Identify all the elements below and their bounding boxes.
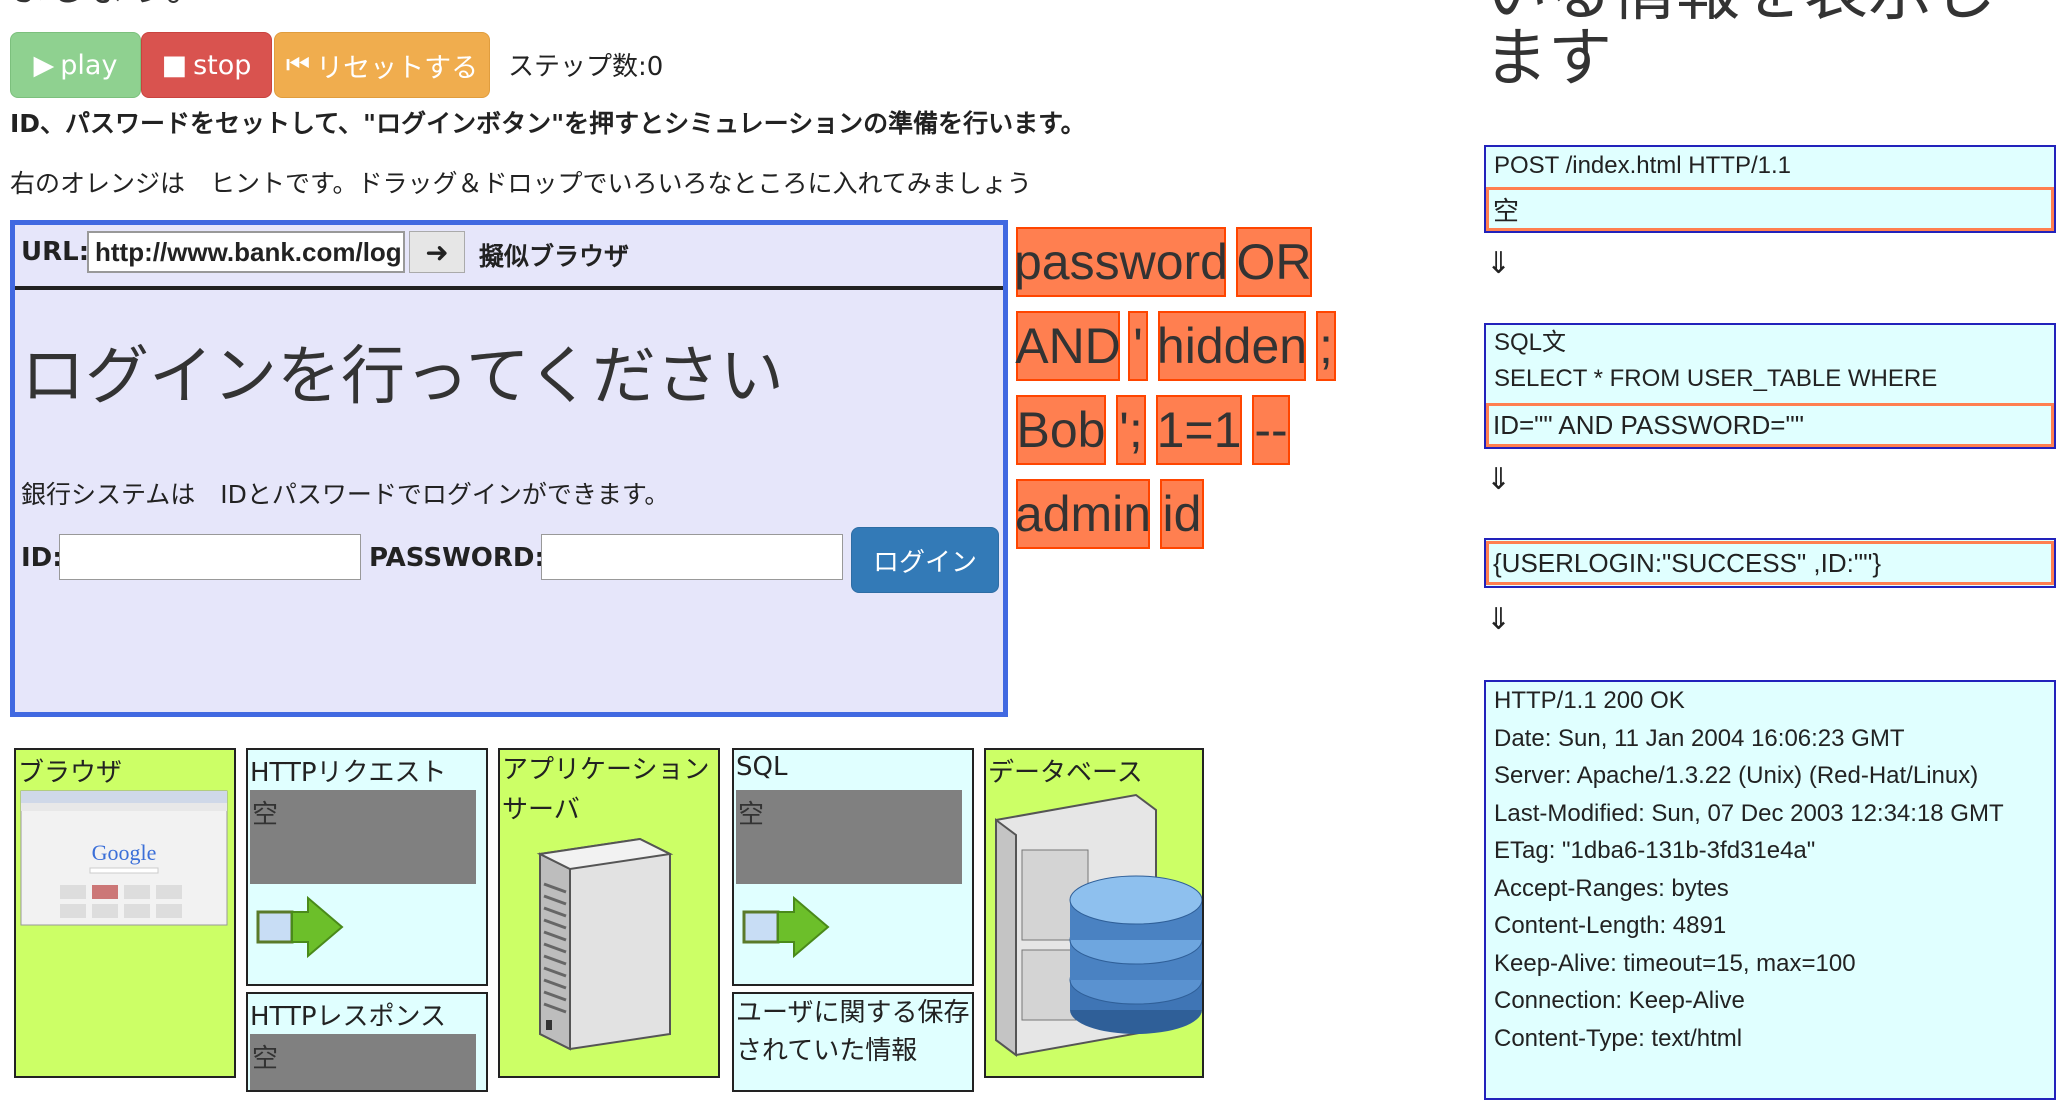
url-bar: URL: http://www.bank.com/login ➜ 擬似ブラウザ [15, 225, 1003, 290]
id-input[interactable] [59, 534, 361, 580]
response-line: Server: Apache/1.3.22 (Unix) (Red-Hat/Li… [1494, 762, 1979, 789]
user-info-title: ユーザに関する保存されていた情報 [736, 998, 970, 1066]
sql-box: SQL文 SELECT * FROM USER_TABLE WHERE ID="… [1484, 323, 2056, 449]
app-server-panel: アプリケーションサーバ [498, 748, 720, 1078]
response-line: HTTP/1.1 200 OK [1494, 687, 1685, 714]
hint-instruction-text: 右のオレンジは ヒントです。ドラッグ＆ドロップでいろいろなところに入れてみましょ… [10, 169, 1032, 198]
response-line: Accept-Ranges: bytes [1494, 874, 1729, 902]
sql-query: SELECT * FROM USER_TABLE WHERE [1494, 365, 1938, 392]
response-line: Keep-Alive: timeout=15, max=100 [1494, 949, 1856, 977]
pseudo-browser-label: 擬似ブラウザ [479, 242, 630, 271]
hint-tile[interactable]: ' [1128, 311, 1148, 381]
stop-icon: ■ [161, 49, 188, 81]
hint-tile[interactable]: 1=1 [1156, 395, 1242, 465]
down-arrow-icon: ⇓ [1486, 602, 1512, 637]
password-label: PASSWORD: [369, 543, 545, 573]
database-title: データベース [988, 758, 1143, 788]
bank-description: 銀行システムは IDとパスワードでログインができます。 [21, 480, 670, 509]
hint-tile[interactable]: Bob [1016, 395, 1106, 465]
response-line: Last-Modified: Sun, 07 Dec 2003 12:34:18… [1494, 799, 2004, 827]
sql-panel: SQL 空 [732, 748, 974, 986]
hint-tile[interactable]: id [1160, 479, 1204, 549]
post-body-dropzone[interactable]: 空 [1486, 187, 2054, 231]
http-response-box: HTTP/1.1 200 OK Date: Sun, 11 Jan 2004 1… [1484, 680, 2056, 1100]
down-arrow-icon: ⇓ [1486, 462, 1512, 497]
user-info-panel: ユーザに関する保存されていた情報 [732, 992, 974, 1092]
stop-button[interactable]: ■ stop [141, 32, 272, 98]
http-request-box: POST /index.html HTTP/1.1 空 [1484, 145, 2056, 233]
down-arrow-icon: ⇓ [1486, 246, 1512, 281]
post-line: POST /index.html HTTP/1.1 [1494, 152, 1791, 179]
hint-tile[interactable]: AND [1015, 311, 1121, 381]
sql-content: 空 [736, 790, 962, 884]
http-request-content: 空 [250, 790, 476, 884]
reset-button[interactable]: ⏮ リセットする [274, 32, 490, 98]
password-input[interactable] [541, 534, 843, 580]
http-response-panel: HTTPレスポンス 空 [246, 992, 488, 1092]
http-response-content: 空 [250, 1034, 476, 1090]
send-arrow-icon [256, 895, 344, 959]
result-box: {USERLOGIN:"SUCCESS" ,ID:""} [1484, 538, 2056, 588]
http-response-title: HTTPレスポンス [250, 1002, 447, 1032]
response-line: Content-Type: text/html [1494, 1024, 1743, 1052]
response-lines: HTTP/1.1 200 OK Date: Sun, 11 Jan 2004 1… [1486, 682, 2054, 1057]
browser-panel: ブラウザ Google [14, 748, 236, 1078]
browser-screenshot-icon: Google [20, 790, 228, 926]
side-heading: いる情報を表示し ます [1484, 0, 1996, 96]
result-dropzone[interactable]: {USERLOGIN:"SUCCESS" ,ID:""} [1486, 541, 2054, 585]
go-button[interactable]: ➜ [409, 231, 465, 273]
sql-label: SQL文 [1494, 329, 1567, 356]
sql-condition-dropzone[interactable]: ID="" AND PASSWORD="" [1486, 403, 2054, 447]
pseudo-browser: URL: http://www.bank.com/login ➜ 擬似ブラウザ … [10, 220, 1008, 717]
play-icon: ▶ [33, 49, 55, 81]
rewind-icon: ⏮ [285, 49, 311, 80]
hint-tile[interactable]: hidden [1157, 311, 1307, 381]
database-icon [1069, 875, 1202, 1034]
hint-tile[interactable]: admin [1015, 479, 1151, 549]
login-button[interactable]: ログイン [851, 527, 999, 593]
page-title-partial: ましょう。 [8, 0, 206, 12]
hint-tile[interactable]: -- [1252, 395, 1290, 465]
database-server-icon [995, 793, 1202, 1057]
url-label: URL: [21, 237, 90, 267]
response-line: Date: Sun, 11 Jan 2004 16:06:23 GMT [1494, 724, 1905, 752]
hint-tile[interactable]: password [1014, 227, 1228, 297]
arrow-right-icon: ➜ [425, 235, 449, 269]
response-line: Connection: Keep-Alive [1494, 987, 1745, 1014]
app-server-title: アプリケーションサーバ [502, 755, 710, 825]
step-counter: ステップ数:0 [508, 52, 664, 82]
response-line: ETag: "1dba6-131b-3fd31e4a" [1494, 837, 1816, 864]
sql-title: SQL [736, 752, 788, 782]
http-request-panel: HTTPリクエスト 空 [246, 748, 488, 986]
hint-tile[interactable]: '; [1116, 395, 1146, 465]
server-icon [536, 837, 674, 1051]
google-logo: Google [92, 840, 157, 865]
instruction-text: ID、パスワードをセットして、"ログインボタン"を押すとシミュレーションの準備を… [10, 109, 1086, 138]
response-line: Content-Length: 4891 [1494, 912, 1727, 939]
hint-tile[interactable]: ; [1316, 311, 1336, 381]
hint-tile[interactable]: OR [1236, 227, 1312, 297]
send-arrow-icon [742, 895, 830, 959]
browser-panel-title: ブラウザ [18, 758, 123, 788]
http-request-title: HTTPリクエスト [250, 758, 447, 788]
id-label: ID: [21, 543, 63, 573]
url-input[interactable]: http://www.bank.com/login [87, 231, 405, 273]
play-button[interactable]: ▶ play [10, 32, 141, 98]
database-panel: データベース [984, 748, 1204, 1078]
login-heading: ログインを行ってください [21, 340, 784, 414]
